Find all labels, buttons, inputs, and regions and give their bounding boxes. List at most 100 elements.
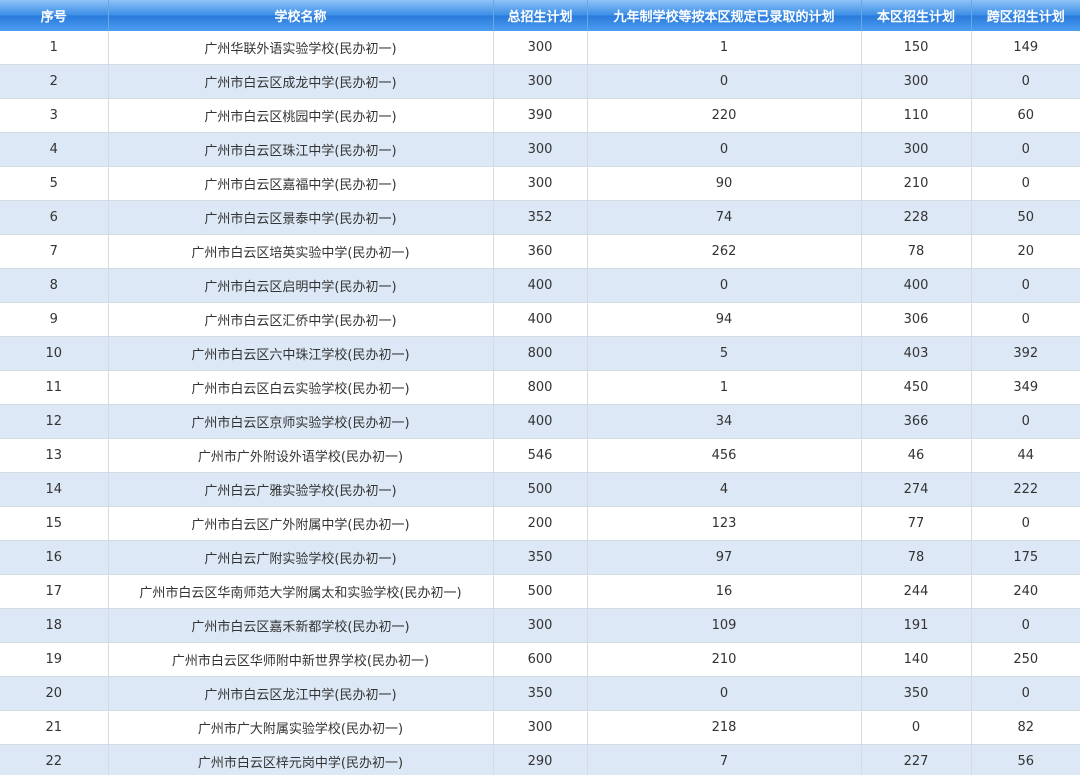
table-row: 7 广州市白云区培英实验中学(民办初一) 360 262 78 20 [0, 234, 1080, 269]
cell-cross-district-plan: 0 [971, 608, 1080, 643]
table-row: 8 广州市白云区启明中学(民办初一) 400 0 400 0 [0, 268, 1080, 303]
cell-total-plan: 350 [493, 540, 588, 575]
cell-index: 7 [0, 234, 109, 269]
cell-local-plan: 46 [861, 438, 972, 473]
cell-local-plan: 78 [861, 540, 972, 575]
cell-local-plan: 0 [861, 710, 972, 745]
cell-admitted-plan: 123 [587, 506, 862, 541]
cell-school-name: 广州市白云区景泰中学(民办初一) [108, 200, 494, 235]
cell-index: 10 [0, 336, 109, 371]
cell-index: 15 [0, 506, 109, 541]
cell-school-name: 广州市白云区华南师范大学附属太和实验学校(民办初一) [108, 574, 494, 609]
cell-school-name: 广州市白云区桃园中学(民办初一) [108, 98, 494, 133]
cell-local-plan: 77 [861, 506, 972, 541]
cell-admitted-plan: 97 [587, 540, 862, 575]
cell-total-plan: 350 [493, 676, 588, 711]
header-row: 序号 学校名称 总招生计划 九年制学校等按本区规定已录取的计划 本区招生计划 跨… [0, 0, 1080, 31]
cell-cross-district-plan: 240 [971, 574, 1080, 609]
cell-admitted-plan: 94 [587, 302, 862, 337]
cell-cross-district-plan: 0 [971, 64, 1080, 99]
cell-school-name: 广州市白云区成龙中学(民办初一) [108, 64, 494, 99]
cell-cross-district-plan: 60 [971, 98, 1080, 133]
cell-total-plan: 800 [493, 336, 588, 371]
cell-local-plan: 403 [861, 336, 972, 371]
cell-index: 1 [0, 31, 109, 65]
cell-local-plan: 300 [861, 64, 972, 99]
cell-cross-district-plan: 82 [971, 710, 1080, 745]
cell-cross-district-plan: 250 [971, 642, 1080, 677]
cell-local-plan: 191 [861, 608, 972, 643]
table-body: 1 广州华联外语实验学校(民办初一) 300 1 150 149 2 广州市白云区成龙中学(民… [0, 31, 1080, 775]
column-header-total-plan: 总招生计划 [493, 0, 588, 31]
cell-school-name: 广州市白云区梓元岗中学(民办初一) [108, 744, 494, 775]
cell-cross-district-plan: 0 [971, 676, 1080, 711]
cell-cross-district-plan: 20 [971, 234, 1080, 269]
cell-total-plan: 500 [493, 574, 588, 609]
table-row: 14 广州白云广雅实验学校(民办初一) 500 4 274 222 [0, 472, 1080, 507]
cell-local-plan: 78 [861, 234, 972, 269]
table-row: 11 广州市白云区白云实验学校(民办初一) 800 1 450 349 [0, 370, 1080, 405]
cell-admitted-plan: 74 [587, 200, 862, 235]
cell-local-plan: 306 [861, 302, 972, 337]
cell-index: 21 [0, 710, 109, 745]
cell-index: 19 [0, 642, 109, 677]
table-row: 19 广州市白云区华师附中新世界学校(民办初一) 600 210 140 250 [0, 642, 1080, 677]
cell-cross-district-plan: 0 [971, 268, 1080, 303]
table-row: 2 广州市白云区成龙中学(民办初一) 300 0 300 0 [0, 64, 1080, 99]
cell-school-name: 广州市白云区珠江中学(民办初一) [108, 132, 494, 167]
cell-cross-district-plan: 149 [971, 31, 1080, 65]
cell-cross-district-plan: 44 [971, 438, 1080, 473]
table-row: 21 广州市广大附属实验学校(民办初一) 300 218 0 82 [0, 710, 1080, 745]
cell-school-name: 广州白云广雅实验学校(民办初一) [108, 472, 494, 507]
table-row: 6 广州市白云区景泰中学(民办初一) 352 74 228 50 [0, 200, 1080, 235]
cell-total-plan: 600 [493, 642, 588, 677]
cell-school-name: 广州市白云区嘉禾新都学校(民办初一) [108, 608, 494, 643]
cell-total-plan: 360 [493, 234, 588, 269]
column-header-school-name: 学校名称 [108, 0, 494, 31]
cell-total-plan: 290 [493, 744, 588, 775]
cell-total-plan: 300 [493, 608, 588, 643]
cell-total-plan: 300 [493, 64, 588, 99]
cell-index: 22 [0, 744, 109, 775]
cell-school-name: 广州市广外附设外语学校(民办初一) [108, 438, 494, 473]
cell-index: 14 [0, 472, 109, 507]
cell-admitted-plan: 0 [587, 64, 862, 99]
cell-admitted-plan: 1 [587, 370, 862, 405]
cell-index: 13 [0, 438, 109, 473]
column-header-cross-district-plan: 跨区招生计划 [971, 0, 1080, 31]
cell-total-plan: 200 [493, 506, 588, 541]
cell-cross-district-plan: 0 [971, 166, 1080, 201]
cell-school-name: 广州市广大附属实验学校(民办初一) [108, 710, 494, 745]
cell-local-plan: 150 [861, 31, 972, 65]
cell-local-plan: 300 [861, 132, 972, 167]
cell-local-plan: 366 [861, 404, 972, 439]
cell-total-plan: 300 [493, 166, 588, 201]
cell-local-plan: 450 [861, 370, 972, 405]
cell-index: 12 [0, 404, 109, 439]
cell-total-plan: 400 [493, 268, 588, 303]
cell-admitted-plan: 220 [587, 98, 862, 133]
cell-school-name: 广州市白云区龙江中学(民办初一) [108, 676, 494, 711]
cell-school-name: 广州市白云区启明中学(民办初一) [108, 268, 494, 303]
cell-total-plan: 500 [493, 472, 588, 507]
table-row: 20 广州市白云区龙江中学(民办初一) 350 0 350 0 [0, 676, 1080, 711]
table-row: 22 广州市白云区梓元岗中学(民办初一) 290 7 227 56 [0, 744, 1080, 775]
cell-index: 11 [0, 370, 109, 405]
cell-index: 5 [0, 166, 109, 201]
cell-total-plan: 300 [493, 31, 588, 65]
cell-school-name: 广州市白云区嘉福中学(民办初一) [108, 166, 494, 201]
cell-local-plan: 244 [861, 574, 972, 609]
table-row: 16 广州白云广附实验学校(民办初一) 350 97 78 175 [0, 540, 1080, 575]
cell-total-plan: 390 [493, 98, 588, 133]
cell-cross-district-plan: 0 [971, 132, 1080, 167]
cell-total-plan: 546 [493, 438, 588, 473]
cell-cross-district-plan: 222 [971, 472, 1080, 507]
cell-admitted-plan: 0 [587, 132, 862, 167]
cell-admitted-plan: 1 [587, 31, 862, 65]
cell-admitted-plan: 109 [587, 608, 862, 643]
cell-local-plan: 110 [861, 98, 972, 133]
table-row: 12 广州市白云区京师实验学校(民办初一) 400 34 366 0 [0, 404, 1080, 439]
cell-school-name: 广州市白云区汇侨中学(民办初一) [108, 302, 494, 337]
cell-school-name: 广州市白云区京师实验学校(民办初一) [108, 404, 494, 439]
table-row: 5 广州市白云区嘉福中学(民办初一) 300 90 210 0 [0, 166, 1080, 201]
